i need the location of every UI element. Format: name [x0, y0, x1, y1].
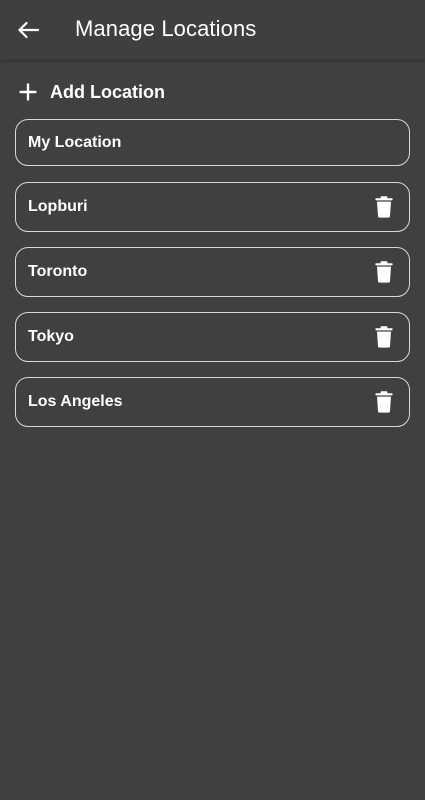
trash-icon[interactable]	[373, 260, 395, 284]
page-title: Manage Locations	[75, 16, 257, 41]
location-item-lopburi[interactable]: Lopburi	[15, 182, 410, 232]
location-item-toronto[interactable]: Toronto	[15, 247, 410, 297]
back-button[interactable]	[8, 10, 48, 50]
trash-icon[interactable]	[373, 195, 395, 219]
app-bar: Manage Locations	[0, 0, 425, 60]
location-name: Toronto	[28, 263, 88, 280]
add-location-button[interactable]: Add Location	[15, 75, 265, 109]
location-name: Los Angeles	[28, 393, 123, 410]
location-name: Lopburi	[28, 198, 88, 215]
location-name: Tokyo	[28, 328, 74, 345]
plus-icon	[15, 79, 41, 105]
trash-icon[interactable]	[373, 325, 395, 349]
location-name: My Location	[28, 133, 122, 151]
location-list: My Location Lopburi Toronto Tokyo Los An…	[15, 119, 410, 427]
trash-icon[interactable]	[373, 390, 395, 414]
location-item-my-location[interactable]: My Location	[15, 119, 410, 166]
location-item-tokyo[interactable]: Tokyo	[15, 312, 410, 362]
arrow-left-icon	[18, 21, 39, 39]
location-item-los-angeles[interactable]: Los Angeles	[15, 377, 410, 427]
add-location-label: Add Location	[50, 81, 165, 102]
